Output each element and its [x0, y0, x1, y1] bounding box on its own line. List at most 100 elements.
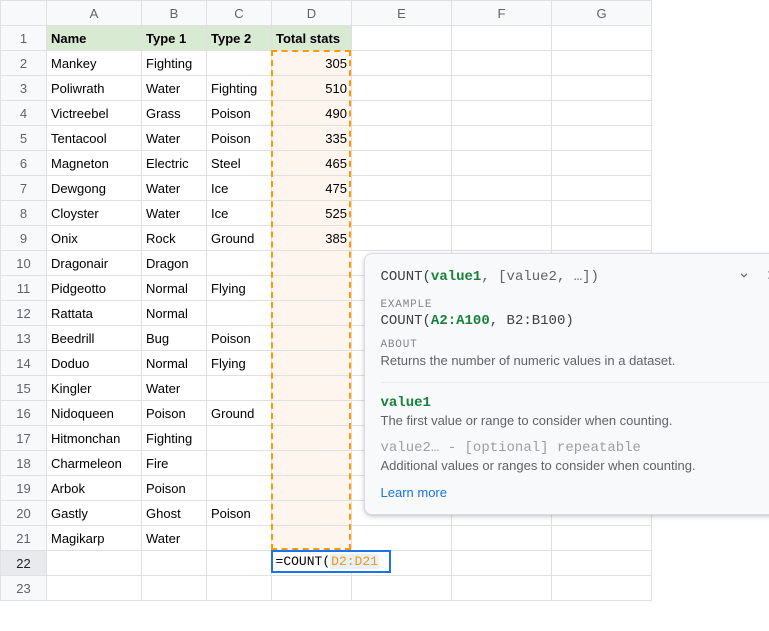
cell-A20[interactable]: Gastly — [47, 501, 142, 526]
cell-C6[interactable]: Steel — [207, 151, 272, 176]
cell-D12[interactable] — [272, 301, 352, 326]
cell-C23[interactable] — [207, 576, 272, 601]
cell-A12[interactable]: Rattata — [47, 301, 142, 326]
cell-D1[interactable]: Total stats — [272, 26, 352, 51]
cell-A7[interactable]: Dewgong — [47, 176, 142, 201]
row-header-5[interactable]: 5 — [1, 126, 47, 151]
cell-C5[interactable]: Poison — [207, 126, 272, 151]
row-header-13[interactable]: 13 — [1, 326, 47, 351]
cell-E23[interactable] — [352, 576, 452, 601]
cell-F21[interactable] — [452, 526, 552, 551]
col-header-C[interactable]: C — [207, 1, 272, 26]
row-header-10[interactable]: 10 — [1, 251, 47, 276]
cell-E2[interactable] — [352, 51, 452, 76]
cell-B6[interactable]: Electric — [142, 151, 207, 176]
cell-D11[interactable] — [272, 276, 352, 301]
row-header-20[interactable]: 20 — [1, 501, 47, 526]
cell-A4[interactable]: Victreebel — [47, 101, 142, 126]
row-header-2[interactable]: 2 — [1, 51, 47, 76]
cell-E7[interactable] — [352, 176, 452, 201]
cell-D2[interactable]: 305 — [272, 51, 352, 76]
cell-B22[interactable] — [142, 551, 207, 576]
cell-A10[interactable]: Dragonair — [47, 251, 142, 276]
cell-C4[interactable]: Poison — [207, 101, 272, 126]
cell-G22[interactable] — [552, 551, 652, 576]
cell-G21[interactable] — [552, 526, 652, 551]
cell-A3[interactable]: Poliwrath — [47, 76, 142, 101]
cell-D8[interactable]: 525 — [272, 201, 352, 226]
cell-A11[interactable]: Pidgeotto — [47, 276, 142, 301]
cell-A2[interactable]: Mankey — [47, 51, 142, 76]
formula-input[interactable]: = COUNT ( D2:D21 — [271, 550, 391, 573]
row-header-9[interactable]: 9 — [1, 226, 47, 251]
cell-C2[interactable] — [207, 51, 272, 76]
row-header-22[interactable]: 22 — [1, 551, 47, 576]
row-header-21[interactable]: 21 — [1, 526, 47, 551]
cell-G3[interactable] — [552, 76, 652, 101]
cell-C13[interactable]: Poison — [207, 326, 272, 351]
cell-A22[interactable] — [47, 551, 142, 576]
col-header-G[interactable]: G — [552, 1, 652, 26]
cell-B3[interactable]: Water — [142, 76, 207, 101]
cell-B19[interactable]: Poison — [142, 476, 207, 501]
cell-D18[interactable] — [272, 451, 352, 476]
cell-G7[interactable] — [552, 176, 652, 201]
cell-C18[interactable] — [207, 451, 272, 476]
cell-A5[interactable]: Tentacool — [47, 126, 142, 151]
cell-A15[interactable]: Kingler — [47, 376, 142, 401]
row-header-3[interactable]: 3 — [1, 76, 47, 101]
cell-G2[interactable] — [552, 51, 652, 76]
cell-D10[interactable] — [272, 251, 352, 276]
learn-more-link[interactable]: Learn more — [381, 485, 769, 500]
row-header-4[interactable]: 4 — [1, 101, 47, 126]
cell-B12[interactable]: Normal — [142, 301, 207, 326]
row-header-11[interactable]: 11 — [1, 276, 47, 301]
row-header-19[interactable]: 19 — [1, 476, 47, 501]
cell-A19[interactable]: Arbok — [47, 476, 142, 501]
cell-A18[interactable]: Charmeleon — [47, 451, 142, 476]
cell-F9[interactable] — [452, 226, 552, 251]
cell-G8[interactable] — [552, 201, 652, 226]
cell-B9[interactable]: Rock — [142, 226, 207, 251]
cell-B7[interactable]: Water — [142, 176, 207, 201]
row-header-16[interactable]: 16 — [1, 401, 47, 426]
cell-E8[interactable] — [352, 201, 452, 226]
cell-D16[interactable] — [272, 401, 352, 426]
cell-D9[interactable]: 385 — [272, 226, 352, 251]
cell-G23[interactable] — [552, 576, 652, 601]
cell-B1[interactable]: Type 1 — [142, 26, 207, 51]
select-all-corner[interactable] — [1, 1, 47, 26]
cell-E1[interactable] — [352, 26, 452, 51]
cell-C19[interactable] — [207, 476, 272, 501]
row-header-18[interactable]: 18 — [1, 451, 47, 476]
cell-D4[interactable]: 490 — [272, 101, 352, 126]
cell-F1[interactable] — [452, 26, 552, 51]
cell-D3[interactable]: 510 — [272, 76, 352, 101]
cell-G4[interactable] — [552, 101, 652, 126]
cell-D17[interactable] — [272, 426, 352, 451]
cell-C12[interactable] — [207, 301, 272, 326]
close-icon[interactable] — [765, 268, 769, 287]
cell-C14[interactable]: Flying — [207, 351, 272, 376]
cell-D20[interactable] — [272, 501, 352, 526]
cell-D21[interactable] — [272, 526, 352, 551]
row-header-17[interactable]: 17 — [1, 426, 47, 451]
cell-C8[interactable]: Ice — [207, 201, 272, 226]
cell-F7[interactable] — [452, 176, 552, 201]
cell-C22[interactable] — [207, 551, 272, 576]
row-header-12[interactable]: 12 — [1, 301, 47, 326]
col-header-F[interactable]: F — [452, 1, 552, 26]
cell-E4[interactable] — [352, 101, 452, 126]
col-header-A[interactable]: A — [47, 1, 142, 26]
cell-G1[interactable] — [552, 26, 652, 51]
row-header-6[interactable]: 6 — [1, 151, 47, 176]
cell-D14[interactable] — [272, 351, 352, 376]
cell-B15[interactable]: Water — [142, 376, 207, 401]
cell-B2[interactable]: Fighting — [142, 51, 207, 76]
cell-D15[interactable] — [272, 376, 352, 401]
cell-A6[interactable]: Magneton — [47, 151, 142, 176]
cell-A13[interactable]: Beedrill — [47, 326, 142, 351]
cell-D7[interactable]: 475 — [272, 176, 352, 201]
row-header-8[interactable]: 8 — [1, 201, 47, 226]
cell-B10[interactable]: Dragon — [142, 251, 207, 276]
